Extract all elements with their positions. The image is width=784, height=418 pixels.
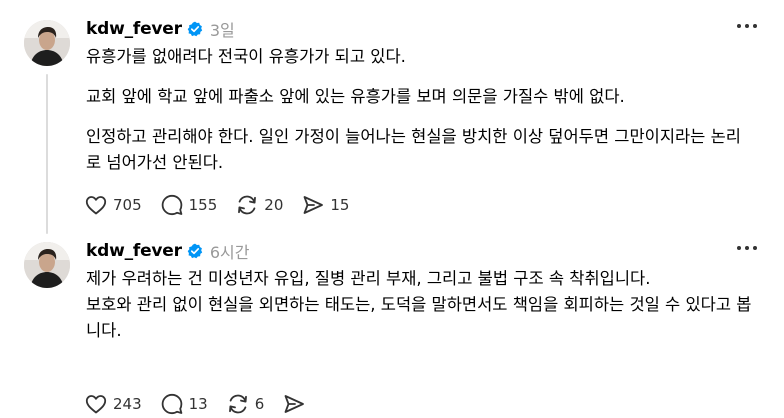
post-paragraph: 보호와 관리 없이 현실을 외면하는 태도는, 도덕을 말하면서도 책임을 회피… <box>86 295 752 340</box>
like-count: 243 <box>113 395 142 413</box>
like-button[interactable]: 705 <box>84 193 142 217</box>
thread-line <box>46 74 48 234</box>
reply-count: 155 <box>188 196 218 214</box>
post-paragraph: 제가 우려하는 건 미성년자 유입, 질병 관리 부재, 그리고 불법 구조 속… <box>86 269 651 288</box>
share-count: 15 <box>330 196 350 214</box>
comment-icon <box>161 393 182 415</box>
post-body: 유흥가를 없애려다 전국이 유흥가가 되고 있다. 교회 앞에 학교 앞에 파출… <box>86 44 756 176</box>
post-paragraph: 유흥가를 없애려다 전국이 유흥가가 되고 있다. <box>86 47 406 66</box>
more-icon[interactable] <box>736 244 758 252</box>
like-count: 705 <box>113 196 142 214</box>
repost-icon <box>238 195 257 215</box>
post-paragraph: 인정하고 관리해야 한다. 일인 가정이 늘어나는 현실을 방치한 이상 덮어두… <box>86 127 741 172</box>
repost-icon <box>228 394 247 414</box>
share-icon <box>303 196 324 214</box>
verified-badge-icon <box>187 243 203 259</box>
post-actions: 705 155 20 15 <box>84 193 367 217</box>
post-2: kdw_fever 6시간 제가 우려하는 건 미성년자 유입, 질병 관리 부… <box>0 238 784 418</box>
comment-icon <box>161 194 182 216</box>
like-button[interactable]: 243 <box>84 392 142 416</box>
post-header: kdw_fever 6시간 <box>86 238 249 264</box>
share-button[interactable] <box>282 392 311 416</box>
share-icon <box>284 395 305 413</box>
post-body: 제가 우려하는 건 미성년자 유입, 질병 관리 부재, 그리고 불법 구조 속… <box>86 266 756 344</box>
avatar[interactable] <box>24 242 70 288</box>
repost-button[interactable]: 20 <box>235 193 283 217</box>
post-actions: 243 13 6 <box>84 392 329 416</box>
repost-count: 20 <box>264 196 284 214</box>
post-header: kdw_fever 3일 <box>86 16 235 42</box>
post-paragraph: 교회 앞에 학교 앞에 파출소 앞에 있는 유흥가를 보며 의문을 가질수 밖에… <box>86 87 625 106</box>
heart-icon <box>85 196 107 215</box>
post-timestamp[interactable]: 3일 <box>210 17 235 41</box>
username[interactable]: kdw_fever <box>86 19 182 39</box>
reply-count: 13 <box>188 395 208 413</box>
more-icon[interactable] <box>736 22 758 30</box>
verified-badge-icon <box>187 21 203 37</box>
repost-count: 6 <box>254 395 265 413</box>
reply-button[interactable]: 13 <box>160 392 208 416</box>
username[interactable]: kdw_fever <box>86 241 182 261</box>
post-1: kdw_fever 3일 유흥가를 없애려다 전국이 유흥가가 되고 있다. 교… <box>0 16 784 238</box>
repost-button[interactable]: 6 <box>226 392 265 416</box>
post-timestamp[interactable]: 6시간 <box>210 239 250 263</box>
reply-button[interactable]: 155 <box>160 193 218 217</box>
share-button[interactable]: 15 <box>301 193 349 217</box>
avatar[interactable] <box>24 20 70 66</box>
heart-icon <box>85 395 107 414</box>
